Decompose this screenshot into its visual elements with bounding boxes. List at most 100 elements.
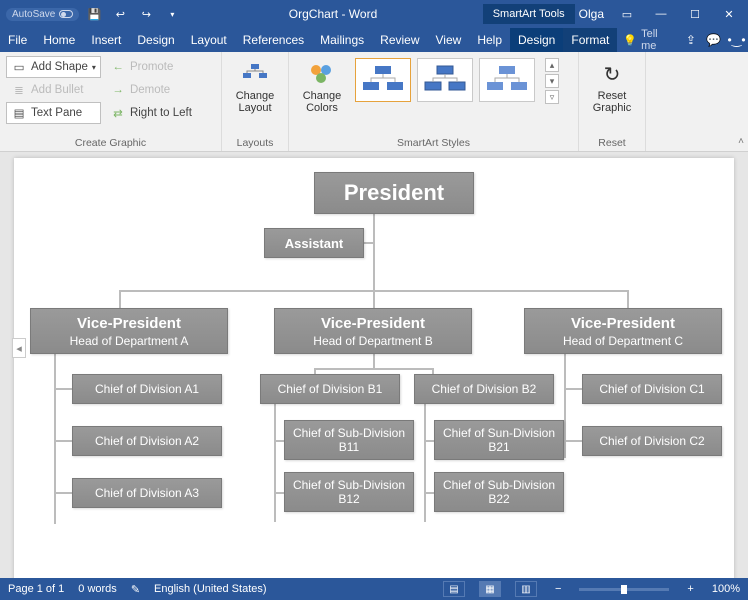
redo-button[interactable]: ↪	[135, 3, 157, 25]
tab-smartart-format[interactable]: Format	[563, 28, 617, 52]
tab-smartart-design[interactable]: Design	[510, 28, 563, 52]
slider-thumb[interactable]	[621, 585, 627, 594]
gallery-scroll: ▴ ▾ ▿	[545, 58, 559, 104]
style-thumb-1[interactable]	[355, 58, 411, 102]
tab-review[interactable]: Review	[372, 28, 427, 52]
node-title: Chief of Division B1	[278, 382, 383, 396]
close-button[interactable]: ✕	[714, 0, 744, 28]
status-bar: Page 1 of 1 0 words ✎ English (United St…	[0, 578, 748, 600]
collapse-ribbon-button[interactable]: ˄	[738, 136, 744, 147]
autosave-label: AutoSave	[12, 9, 55, 20]
tab-file[interactable]: File	[0, 28, 35, 52]
node-vp-a[interactable]: Vice-PresidentHead of Department A	[30, 308, 228, 354]
node-vp-b[interactable]: Vice-President Head of Department B	[274, 308, 472, 354]
proofing-icon[interactable]: ✎	[131, 583, 140, 596]
tell-me-search[interactable]: 💡 Tell me	[617, 28, 679, 52]
tab-home[interactable]: Home	[35, 28, 83, 52]
gallery-more-button[interactable]: ▿	[545, 90, 559, 104]
node-c1[interactable]: Chief of Division C1	[582, 374, 722, 404]
share-button[interactable]: ⇪	[679, 28, 702, 52]
redo-icon: ↪	[138, 6, 154, 22]
demote-button[interactable]: →Demote	[105, 79, 197, 101]
user-name: Olga	[575, 7, 608, 21]
promote-icon: ←	[110, 59, 126, 75]
right-to-left-button[interactable]: ⇄Right to Left	[105, 102, 197, 124]
status-page[interactable]: Page 1 of 1	[8, 583, 64, 595]
tell-me-label: Tell me	[641, 28, 673, 52]
node-title: Chief of Sub-Division B22	[439, 478, 559, 506]
zoom-out-button[interactable]: −	[551, 583, 565, 595]
tab-insert[interactable]: Insert	[83, 28, 129, 52]
zoom-level[interactable]: 100%	[712, 583, 740, 595]
undo-button[interactable]: ↩	[109, 3, 131, 25]
box-icon: ▭	[622, 8, 632, 21]
promote-button[interactable]: ←Promote	[105, 56, 197, 78]
zoom-slider[interactable]	[579, 588, 669, 591]
node-subtitle: Head of Department C	[563, 334, 683, 348]
save-button[interactable]: 💾	[83, 3, 105, 25]
node-president[interactable]: President	[314, 172, 474, 214]
node-subtitle: Head of Department B	[313, 334, 432, 348]
node-a1[interactable]: Chief of Division A1	[72, 374, 222, 404]
chevron-down-icon: ▾	[92, 63, 96, 72]
node-b12[interactable]: Chief of Sub-Division B12	[284, 472, 414, 512]
node-a3[interactable]: Chief of Division A3	[72, 478, 222, 508]
page[interactable]: ◂	[14, 158, 734, 578]
feedback-button[interactable]: •‿•	[725, 28, 748, 52]
gallery-up-button[interactable]: ▴	[545, 58, 559, 72]
org-chart[interactable]: President Assistant Vice-PresidentHead o…	[24, 168, 724, 578]
quick-access-toolbar: AutoSave 💾 ↩ ↪ ▾	[0, 3, 183, 25]
change-layout-button[interactable]: Change Layout	[228, 56, 282, 118]
status-words[interactable]: 0 words	[78, 583, 117, 595]
node-assistant[interactable]: Assistant	[264, 228, 364, 258]
add-shape-button[interactable]: ▭Add Shape▾	[6, 56, 101, 78]
style-thumb-2[interactable]	[417, 58, 473, 102]
node-b11[interactable]: Chief of Sub-Division B11	[284, 420, 414, 460]
maximize-button[interactable]: ☐	[680, 0, 710, 28]
read-mode-button[interactable]: ▤	[443, 581, 465, 597]
styles-gallery: ▴ ▾ ▿	[353, 56, 561, 118]
reset-icon: ↻	[598, 60, 626, 88]
node-b1[interactable]: Chief of Division B1	[260, 374, 400, 404]
node-title: President	[344, 180, 444, 206]
gallery-down-button[interactable]: ▾	[545, 74, 559, 88]
node-b22[interactable]: Chief of Sub-Division B22	[434, 472, 564, 512]
demote-icon: →	[110, 82, 126, 98]
ribbon: ▭Add Shape▾ ≣Add Bullet ▤Text Pane ←Prom…	[0, 52, 748, 152]
autosave-toggle[interactable]: AutoSave	[6, 8, 79, 21]
node-title: Vice-President	[321, 315, 425, 332]
minimize-button[interactable]: —	[646, 0, 676, 28]
node-b2[interactable]: Chief of Division B2	[414, 374, 554, 404]
node-c2[interactable]: Chief of Division C2	[582, 426, 722, 456]
window-controls: Olga ▭ — ☐ ✕	[575, 0, 748, 28]
tab-layout[interactable]: Layout	[183, 28, 235, 52]
node-title: Chief of Division A2	[95, 434, 199, 448]
document-title: OrgChart - Word	[183, 7, 482, 21]
style-thumb-3[interactable]	[479, 58, 535, 102]
tab-help[interactable]: Help	[469, 28, 510, 52]
qat-customize[interactable]: ▾	[161, 3, 183, 25]
status-language[interactable]: English (United States)	[154, 583, 267, 595]
change-layout-icon	[241, 60, 269, 88]
tab-design[interactable]: Design	[129, 28, 182, 52]
reset-graphic-button[interactable]: ↻ Reset Graphic	[585, 56, 639, 118]
tab-view[interactable]: View	[428, 28, 470, 52]
node-a2[interactable]: Chief of Division A2	[72, 426, 222, 456]
comments-button[interactable]: 💬	[702, 28, 725, 52]
text-pane-button[interactable]: ▤Text Pane	[6, 102, 101, 124]
contextual-tab-label: SmartArt Tools	[483, 4, 575, 24]
node-title: Chief of Division A1	[95, 382, 199, 396]
text-pane-icon: ▤	[11, 105, 27, 121]
tab-references[interactable]: References	[235, 28, 312, 52]
ribbon-display-button[interactable]: ▭	[612, 0, 642, 28]
print-layout-button[interactable]: ▦	[479, 581, 501, 597]
node-vp-c[interactable]: Vice-President Head of Department C	[524, 308, 722, 354]
add-bullet-label: Add Bullet	[31, 84, 83, 96]
node-title: Vice-President	[571, 315, 675, 332]
tab-mailings[interactable]: Mailings	[312, 28, 372, 52]
add-bullet-button[interactable]: ≣Add Bullet	[6, 79, 101, 101]
node-b21[interactable]: Chief of Sun-Division B21	[434, 420, 564, 460]
change-colors-button[interactable]: Change Colors	[295, 56, 349, 118]
zoom-in-button[interactable]: +	[683, 583, 697, 595]
web-layout-button[interactable]: ▥	[515, 581, 537, 597]
